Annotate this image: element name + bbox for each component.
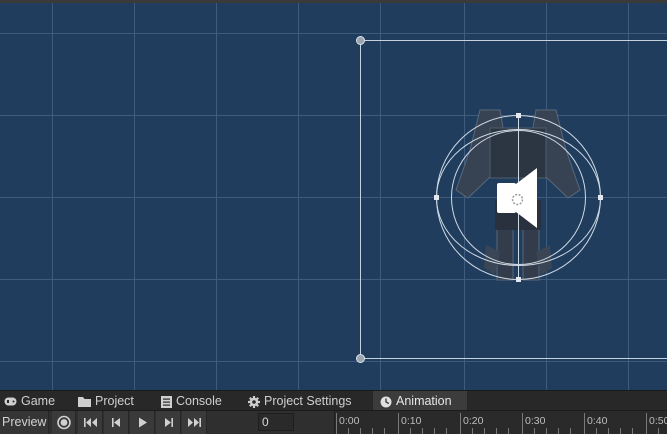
- tab-label: Console: [176, 394, 222, 408]
- tab-label: Project Settings: [264, 394, 352, 408]
- preview-button[interactable]: Preview: [0, 411, 49, 434]
- step-back-icon: [112, 418, 120, 427]
- timeline-tick-label: 0:50: [649, 415, 667, 427]
- timeline-tick-label: 0:00: [339, 415, 360, 427]
- tab-label: Game: [21, 394, 56, 408]
- clock-icon: [380, 396, 392, 408]
- record-icon: [57, 415, 71, 430]
- scene-canvas[interactable]: [0, 0, 667, 390]
- skip-to-start-icon: [84, 418, 97, 427]
- folder-icon: [78, 396, 91, 408]
- previous-keyframe-button[interactable]: [104, 411, 129, 434]
- last-keyframe-button[interactable]: [182, 411, 207, 434]
- timeline-ruler[interactable]: 0:00 0:10 0:20 0:30 0:40 0:50: [334, 411, 667, 434]
- first-keyframe-button[interactable]: [78, 411, 103, 434]
- timeline-tick-label: 0:20: [463, 415, 484, 427]
- tab-label: Animation: [396, 394, 452, 408]
- gear-icon: [248, 395, 260, 408]
- gamepad-icon: [4, 397, 17, 406]
- record-button[interactable]: [52, 411, 76, 434]
- timeline-tick-label: 0:30: [525, 415, 546, 427]
- scene-top-border: [0, 0, 667, 3]
- bottom-tab-bar: Game Project Console Project Settings An…: [0, 390, 667, 411]
- tab-animation[interactable]: Animation: [373, 391, 467, 411]
- frame-number-field[interactable]: 0: [258, 413, 294, 431]
- console-icon: [161, 395, 172, 408]
- animation-toolbar: Preview 0 0:00 0:10 0:20 0:30 0:40 0:50: [0, 410, 667, 434]
- tab-project-settings[interactable]: Project Settings: [248, 391, 366, 411]
- step-forward-icon: [165, 418, 173, 427]
- play-button[interactable]: [130, 411, 155, 434]
- next-keyframe-button[interactable]: [156, 411, 181, 434]
- tab-label: Project: [95, 394, 134, 408]
- timeline-ticks: [336, 413, 659, 434]
- play-icon: [139, 417, 147, 428]
- scene-view[interactable]: [0, 0, 667, 390]
- tab-game[interactable]: Game: [0, 391, 74, 411]
- skip-to-end-icon: [188, 418, 201, 427]
- tab-console[interactable]: Console: [161, 391, 241, 411]
- timeline-tick-label: 0:40: [587, 415, 608, 427]
- tab-project[interactable]: Project: [78, 391, 153, 411]
- timeline-tick-label: 0:10: [401, 415, 422, 427]
